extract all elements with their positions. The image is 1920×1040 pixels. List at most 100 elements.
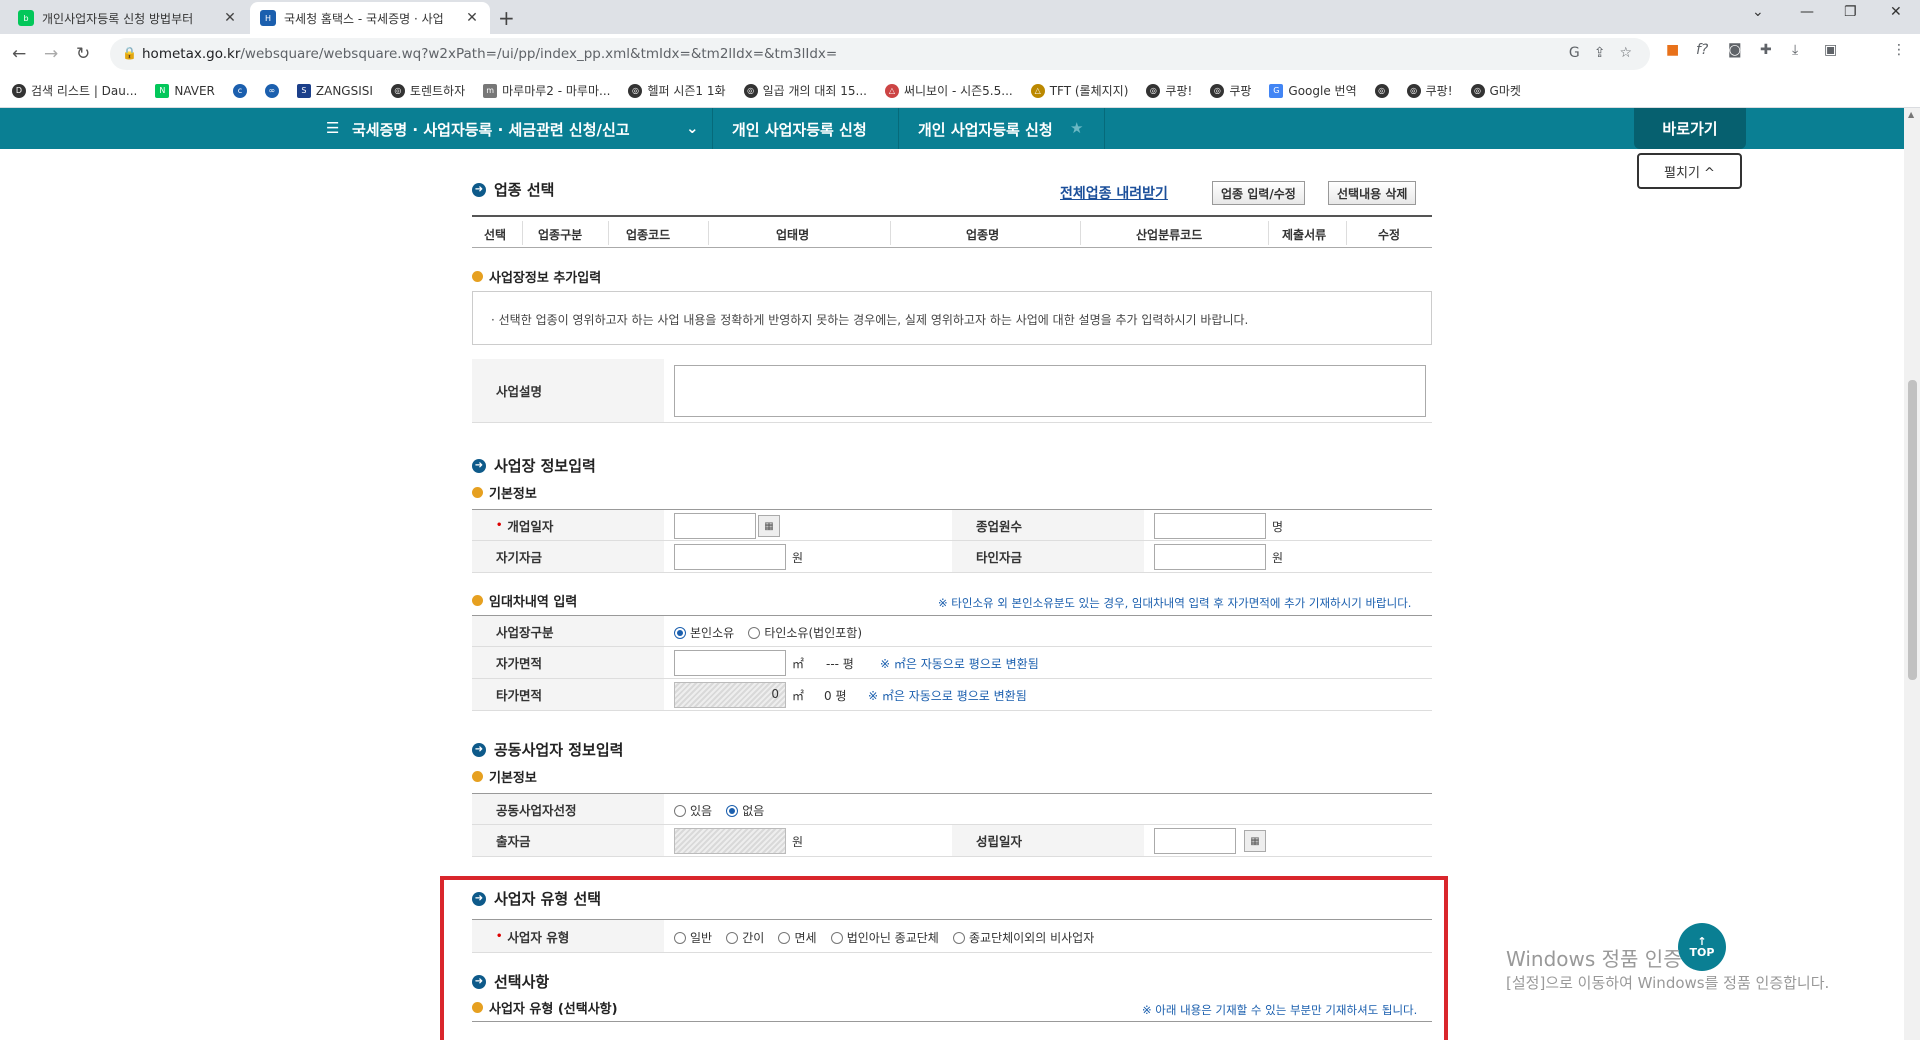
field-label: 공동사업자선정 <box>472 794 664 824</box>
tab-search-icon[interactable]: ⌄ <box>1752 4 1764 20</box>
bookmark[interactable]: ◎ 쿠팡! <box>1146 82 1192 99</box>
globe-icon: ◎ <box>1406 83 1421 98</box>
breadcrumb-item[interactable]: 개인 사업자등록 신청 <box>732 119 867 140</box>
capital-input[interactable] <box>674 828 786 854</box>
radio-own[interactable]: 본인소유 <box>674 624 734 641</box>
star-icon[interactable]: ☆ <box>1619 45 1632 61</box>
new-tab-icon[interactable]: + <box>498 6 515 30</box>
bookmark[interactable]: m 마루마루2 - 마루마... <box>483 82 610 99</box>
bookmark[interactable]: ◎ 쿠팡 <box>1210 82 1251 99</box>
hamburger-icon[interactable]: ☰ <box>326 119 339 137</box>
radio-religious[interactable]: 법인아닌 종교단체 <box>830 929 939 946</box>
translate-extension-icon[interactable]: ◙ <box>1728 42 1742 58</box>
daum-icon: D <box>12 83 26 98</box>
nav-divider <box>712 108 713 149</box>
bookmark[interactable]: ◎ 일곱 개의 대죄 15... <box>743 82 867 99</box>
page-scrollbar[interactable]: ▲ <box>1904 108 1920 1040</box>
radio-no[interactable]: 없음 <box>726 802 764 819</box>
bookmark[interactable]: ◎ 쿠팡! <box>1406 82 1453 99</box>
open-date-row: • 개업일자 ▦ 종업원수 명 <box>472 509 1432 541</box>
forward-icon[interactable]: → <box>44 44 58 64</box>
tab-blog[interactable]: b 개인사업자등록 신청 방법부터 ✕ <box>8 2 248 34</box>
section-optional: ➜ 선택사항 <box>472 971 549 992</box>
field-label: 사업설명 <box>472 359 664 422</box>
edit-industry-button[interactable]: 업종 입력/수정 <box>1212 181 1305 205</box>
bookmark[interactable]: G Google 번역 <box>1269 82 1357 99</box>
tab-title: 개인사업자등록 신청 방법부터 <box>42 11 194 26</box>
scrollbar-thumb[interactable] <box>1908 380 1917 680</box>
reload-icon[interactable]: ↻ <box>76 44 90 64</box>
bookmark[interactable]: ◎ <box>1374 83 1389 98</box>
other-area-input[interactable]: 0 <box>674 682 786 708</box>
column-header: 업종코드 <box>626 228 671 242</box>
conversion-note: ※ ㎡은 자동으로 평으로 변환됨 <box>880 657 1039 671</box>
extension-icon[interactable]: ■ <box>1666 42 1679 58</box>
bookmark[interactable]: ∞ <box>264 83 279 98</box>
bookmark[interactable]: ◎ 헬퍼 시즌1 1화 <box>628 82 726 99</box>
bookmark[interactable]: D 검색 리스트 | Dau... <box>12 82 137 99</box>
calendar-icon[interactable]: ▦ <box>1244 830 1266 852</box>
favorite-star-icon[interactable]: ★ <box>1070 119 1083 137</box>
scroll-top-button[interactable]: ↑ TOP <box>1678 923 1726 971</box>
google-icon[interactable]: G <box>1569 45 1580 61</box>
open-date-input[interactable] <box>674 513 756 539</box>
notice-text: 선택한 업종이 영위하고자 하는 사업 내용을 정확하게 반영하지 못하는 경우… <box>498 313 1249 327</box>
chevron-down-icon[interactable]: ⌄ <box>686 119 699 137</box>
nav-menu[interactable]: 국세증명 · 사업자등록 · 세금관련 신청/신고 <box>352 119 630 140</box>
share-icon[interactable]: ⇪ <box>1594 45 1606 61</box>
joint-radios: 있음 없음 <box>674 802 774 821</box>
calendar-icon[interactable]: ▦ <box>758 515 780 537</box>
link-icon: ∞ <box>264 83 279 98</box>
close-icon[interactable]: ✕ <box>464 10 480 26</box>
bookmark[interactable]: N NAVER <box>155 83 215 98</box>
close-icon[interactable]: ✕ <box>222 10 238 26</box>
bookmark[interactable]: ◎ G마켓 <box>1470 82 1521 99</box>
sidepanel-icon[interactable]: ▣ <box>1824 42 1837 58</box>
download-industries-link[interactable]: 전체업종 내려받기 <box>1060 183 1168 203</box>
own-area-input[interactable] <box>674 650 786 676</box>
address-bar[interactable]: 🔒 hometax.go.kr/websquare/websquare.wq?w… <box>110 38 1650 70</box>
scroll-up-icon[interactable]: ▲ <box>1908 110 1914 119</box>
download-icon[interactable]: ⤓ <box>1792 42 1798 58</box>
delete-selection-button[interactable]: 선택내용 삭제 <box>1328 181 1417 205</box>
own-capital-input[interactable] <box>674 544 786 570</box>
minimize-icon[interactable]: — <box>1800 4 1814 20</box>
breadcrumb-item-current[interactable]: 개인 사업자등록 신청 <box>918 119 1053 140</box>
zangsisi-icon: S <box>296 83 311 98</box>
bookmark[interactable]: S ZANGSISI <box>296 83 373 98</box>
employees-input[interactable] <box>1154 513 1266 539</box>
bookmark[interactable]: ◎ 토렌트하자 <box>390 82 465 99</box>
field-label: 타인자금 <box>952 541 1144 572</box>
founded-date-input[interactable] <box>1154 828 1236 854</box>
bookmark[interactable]: △ TFT (롤체지지) <box>1030 82 1128 99</box>
radio-general[interactable]: 일반 <box>674 929 712 946</box>
column-header: 제출서류 <box>1282 228 1327 242</box>
column-header: 업종구분 <box>538 228 583 242</box>
back-icon[interactable]: ← <box>12 44 26 64</box>
field-label: • 사업자 유형 <box>472 920 664 952</box>
close-window-icon[interactable]: ✕ <box>1890 4 1902 20</box>
expand-button[interactable]: 펼치기 ^ <box>1637 153 1742 189</box>
tft-icon: △ <box>1030 83 1045 98</box>
hometax-page: ☰ 국세증명 · 사업자등록 · 세금관련 신청/신고 ⌄ 개인 사업자등록 신… <box>0 108 1904 1040</box>
business-description-textarea[interactable] <box>674 365 1426 417</box>
radio-other[interactable]: 타인소유(법인포함) <box>748 624 862 641</box>
puzzle-icon[interactable]: ✚ <box>1760 42 1772 58</box>
other-capital-input[interactable] <box>1154 544 1266 570</box>
menu-icon[interactable]: ⋮ <box>1892 42 1906 58</box>
radio-tax-exempt[interactable]: 면세 <box>778 929 817 946</box>
site-type-row: 사업장구분 본인소유 타인소유(법인포함) <box>472 615 1432 647</box>
radio-yes[interactable]: 있음 <box>674 802 712 819</box>
tab-hometax[interactable]: H 국세청 홈택스 - 국세증명 · 사업 ✕ <box>250 2 490 34</box>
quick-menu-button[interactable]: 바로가기 <box>1634 108 1746 149</box>
bookmark[interactable]: c <box>232 83 247 98</box>
radio-non-business[interactable]: 종교단체이외의 비사업자 <box>952 929 1094 946</box>
globe-icon: ◎ <box>1210 83 1225 98</box>
bookmark[interactable]: △ 써니보이 - 시즌5.5... <box>884 82 1013 99</box>
site-type-radios: 본인소유 타인소유(법인포함) <box>674 624 872 643</box>
restore-icon[interactable]: ❐ <box>1844 4 1857 20</box>
radio-simplified[interactable]: 간이 <box>726 929 764 946</box>
top-navigation: ☰ 국세증명 · 사업자등록 · 세금관련 신청/신고 ⌄ 개인 사업자등록 신… <box>0 108 1904 149</box>
pyeong-value: --- 평 <box>826 657 854 671</box>
fx-extension-icon[interactable]: f? <box>1696 42 1708 58</box>
